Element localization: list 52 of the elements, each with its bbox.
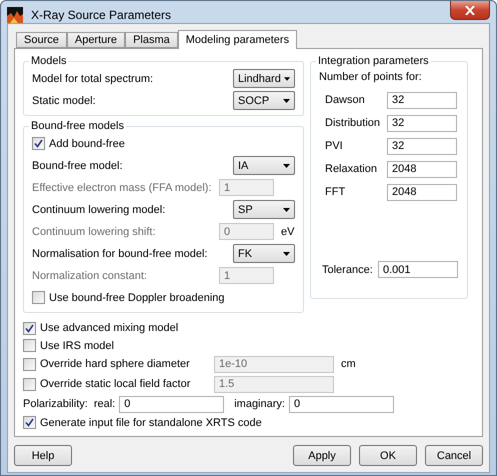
checkbox-label: Use advanced mixing model (40, 322, 178, 334)
input-field[interactable]: 0 (288, 396, 394, 413)
unit-label: eV (281, 226, 295, 238)
field-label: Dawson (325, 94, 366, 106)
group-title: Models (30, 55, 68, 67)
field-label: Distribution (325, 117, 382, 129)
field-label: Continuum lowering shift: (32, 226, 157, 238)
tab[interactable]: Plasma (125, 32, 178, 48)
tab[interactable]: Aperture (66, 32, 126, 48)
checkbox-label: Override static local field factor (40, 378, 192, 390)
dropdown[interactable]: SP (233, 200, 295, 219)
field-label: Polarizability: (23, 398, 88, 410)
input-field[interactable]: 2048 (387, 184, 457, 200)
field-label: Effective electron mass (FFA model): (32, 182, 213, 194)
checkbox-label: Use IRS model (40, 340, 114, 352)
field-label: imaginary: (234, 398, 285, 410)
dropdown[interactable]: IA (233, 156, 295, 175)
checkbox-label: Override hard sphere diameter (40, 358, 191, 370)
tab[interactable]: Modeling parameters (178, 30, 298, 49)
group-title: Bound-free models (30, 120, 125, 132)
checkbox-label: Add bound-free (49, 138, 125, 150)
field-label: FFT (325, 186, 346, 198)
field-label: Static model: (32, 94, 97, 106)
field-label: Normalisation for bound-free model: (32, 248, 208, 260)
checkbox-label: Use bound-free Doppler broadening (49, 292, 225, 304)
field-label: Bound-free model: (32, 160, 124, 172)
field-label: Model for total spectrum: (32, 72, 154, 84)
input-field[interactable]: 2048 (387, 160, 457, 178)
help-button[interactable]: Help (14, 445, 72, 466)
group-title: Integration parameters (317, 55, 430, 67)
input-field[interactable]: 32 (387, 138, 457, 154)
field-label: PVI (325, 140, 344, 152)
dialog-button[interactable]: Cancel (425, 445, 483, 466)
field-label: Tolerance: (322, 264, 374, 276)
dropdown[interactable]: Lindhard (233, 69, 295, 88)
input-field[interactable]: 32 (387, 114, 457, 132)
window-title: X-Ray Source Parameters (31, 8, 172, 22)
field-label: Relaxation (325, 163, 378, 175)
field-label: Normalization constant: (32, 270, 148, 282)
dialog-button[interactable]: OK (359, 445, 417, 466)
input-field[interactable]: 32 (387, 92, 457, 108)
dropdown[interactable]: SOCP (233, 91, 295, 110)
field-label: real: (94, 398, 116, 410)
tab[interactable]: Source (16, 32, 67, 48)
unit-label: cm (341, 358, 356, 370)
dialog-button[interactable]: Apply (293, 445, 351, 466)
input-field[interactable]: 0 (119, 396, 224, 413)
field-label: Continuum lowering model: (32, 204, 166, 216)
dropdown[interactable]: FK (233, 244, 295, 263)
input-field[interactable]: 0.001 (378, 261, 458, 278)
checkbox-label: Generate input file for standalone XRTS code (40, 416, 262, 429)
section-label: Number of points for: (319, 71, 423, 83)
